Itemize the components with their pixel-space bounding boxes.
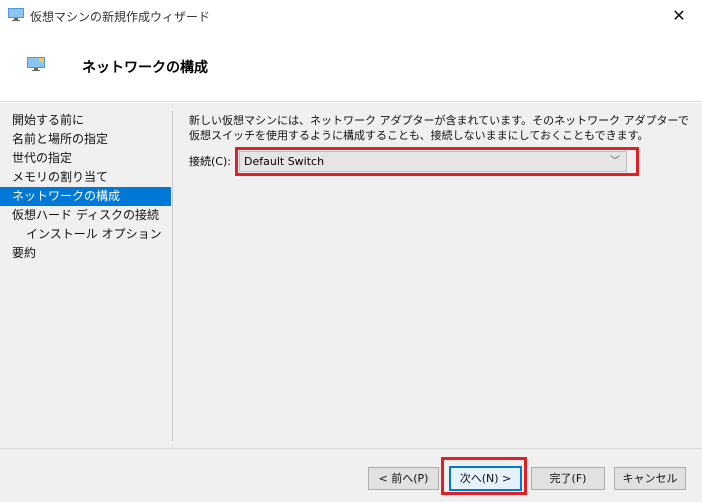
step-install-options[interactable]: インストール オプション <box>0 225 171 244</box>
content-panel: 新しい仮想マシンには、ネットワーク アダプターが含まれています。そのネットワーク… <box>189 113 689 143</box>
step-networking[interactable]: ネットワークの構成 <box>0 187 171 206</box>
cancel-button[interactable]: キャンセル <box>614 467 686 490</box>
window-title: 仮想マシンの新規作成ウィザード <box>30 10 211 24</box>
step-virtual-disk[interactable]: 仮想ハード ディスクの接続 <box>0 206 171 225</box>
wizard-steps: 開始する前に 名前と場所の指定 世代の指定 メモリの割り当て ネットワークの構成… <box>0 111 171 263</box>
step-name-location[interactable]: 名前と場所の指定 <box>0 130 171 149</box>
connection-label: 接続(C): <box>189 155 231 168</box>
monitor-icon <box>27 57 45 71</box>
next-highlight <box>441 457 527 495</box>
prev-button[interactable]: < 前へ(P) <box>368 467 439 490</box>
step-generation[interactable]: 世代の指定 <box>0 149 171 168</box>
finish-button[interactable]: 完了(F) <box>531 467 605 490</box>
title-bar: 仮想マシンの新規作成ウィザード ✕ <box>0 0 702 30</box>
description-text: 新しい仮想マシンには、ネットワーク アダプターが含まれています。そのネットワーク… <box>189 114 689 142</box>
wizard-footer: < 前へ(P) 次へ(N) > 完了(F) キャンセル <box>0 448 702 502</box>
sidebar-divider <box>172 111 173 441</box>
step-memory[interactable]: メモリの割り当て <box>0 168 171 187</box>
step-summary[interactable]: 要約 <box>0 244 171 263</box>
page-title: ネットワークの構成 <box>82 60 208 76</box>
connection-select[interactable]: Default Switch ﹀ <box>239 151 627 172</box>
monitor-icon <box>8 8 24 21</box>
connection-value: Default Switch <box>244 155 325 168</box>
step-before-you-begin[interactable]: 開始する前に <box>0 111 171 130</box>
close-icon: ✕ <box>672 5 686 25</box>
chevron-down-icon: ﹀ <box>610 156 620 167</box>
page-header: ネットワークの構成 <box>0 30 702 102</box>
wizard-window: 仮想マシンの新規作成ウィザード ✕ ネットワークの構成 開始する前に 名前と場所… <box>0 0 702 502</box>
close-button[interactable]: ✕ <box>656 0 702 30</box>
